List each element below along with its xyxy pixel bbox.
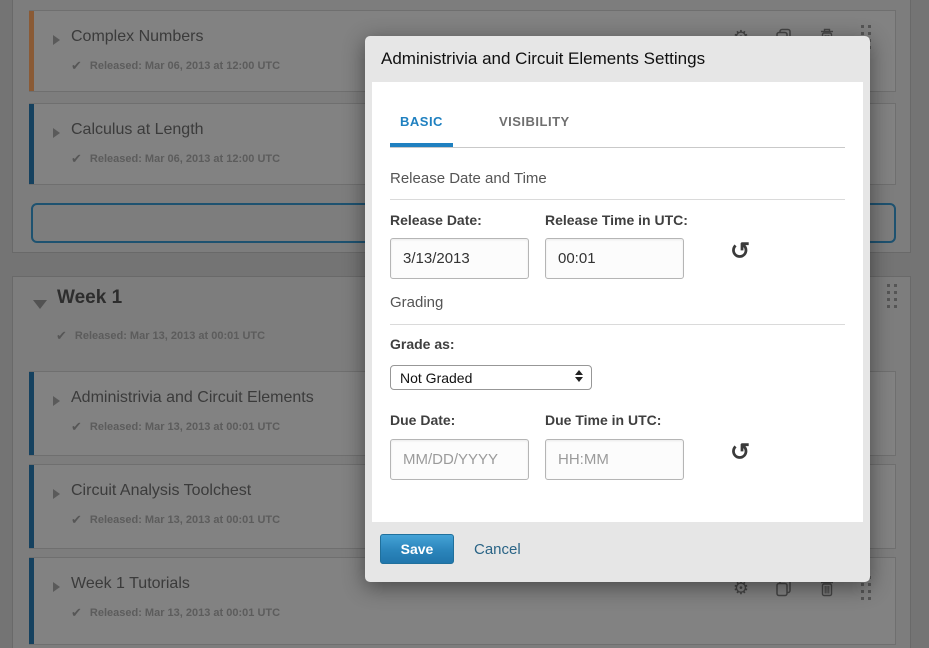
- subsection-title: Week 1 Tutorials: [71, 575, 190, 593]
- release-time-input[interactable]: [545, 238, 684, 279]
- modal-title: Administrivia and Circuit Elements Setti…: [381, 49, 705, 69]
- subsection-settings-modal: Administrivia and Circuit Elements Setti…: [365, 36, 870, 582]
- subsection-title: Administrivia and Circuit Elements: [71, 389, 314, 407]
- expand-arrow-icon[interactable]: [53, 35, 60, 45]
- modal-footer: Save Cancel: [380, 534, 521, 564]
- released-date-text: Released: Mar 06, 2013 at 12:00 UTC: [90, 60, 280, 72]
- section-title: Calculus at Length: [71, 121, 204, 139]
- grade-as-select[interactable]: Not Graded: [390, 365, 592, 390]
- check-icon: ✔: [56, 329, 67, 342]
- select-spinner-icon: [575, 370, 583, 382]
- check-icon: ✔: [71, 59, 82, 72]
- reset-due-icon[interactable]: ↺: [730, 441, 750, 465]
- grade-as-label: Grade as:: [390, 336, 455, 352]
- status-accent-bar: [29, 104, 34, 184]
- due-date-label: Due Date:: [390, 412, 455, 428]
- released-date-text: Released: Mar 13, 2013 at 00:01 UTC: [90, 514, 280, 526]
- release-time-label: Release Time in UTC:: [545, 212, 688, 228]
- collapse-arrow-icon[interactable]: [33, 300, 47, 309]
- settings-tabs: BASIC VISIBILITY: [390, 114, 845, 147]
- modal-body: BASIC VISIBILITY Release Date and Time R…: [372, 82, 863, 522]
- due-date-input[interactable]: [390, 439, 529, 480]
- tab-basic[interactable]: BASIC: [390, 114, 453, 147]
- release-section-heading: Release Date and Time: [390, 170, 547, 187]
- check-icon: ✔: [71, 513, 82, 526]
- subsection-title: Circuit Analysis Toolchest: [71, 482, 251, 500]
- status-accent-bar: [29, 465, 34, 548]
- week-title: Week 1: [57, 287, 122, 309]
- check-icon: ✔: [71, 420, 82, 433]
- divider: [390, 324, 845, 325]
- expand-arrow-icon[interactable]: [53, 128, 60, 138]
- status-accent-bar: [29, 11, 34, 91]
- grade-as-selected-value: Not Graded: [400, 370, 472, 386]
- page: Complex Numbers ✔ Released: Mar 06, 2013…: [0, 0, 929, 648]
- section-title: Complex Numbers: [71, 28, 203, 46]
- grading-section-heading: Grading: [390, 294, 443, 311]
- expand-arrow-icon[interactable]: [53, 582, 60, 592]
- expand-arrow-icon[interactable]: [53, 396, 60, 406]
- divider: [390, 199, 845, 200]
- status-accent-bar: [29, 558, 34, 644]
- check-icon: ✔: [71, 606, 82, 619]
- released-date-text: Released: Mar 13, 2013 at 00:01 UTC: [75, 330, 265, 342]
- tab-divider: [390, 147, 845, 148]
- due-time-input[interactable]: [545, 439, 684, 480]
- check-icon: ✔: [71, 152, 82, 165]
- tab-visibility[interactable]: VISIBILITY: [489, 114, 580, 147]
- cancel-button[interactable]: Cancel: [474, 541, 521, 558]
- drag-handle[interactable]: [887, 284, 897, 308]
- released-date-text: Released: Mar 13, 2013 at 00:01 UTC: [90, 607, 280, 619]
- due-time-label: Due Time in UTC:: [545, 412, 661, 428]
- released-date-text: Released: Mar 13, 2013 at 00:01 UTC: [90, 421, 280, 433]
- released-date-text: Released: Mar 06, 2013 at 12:00 UTC: [90, 153, 280, 165]
- save-button[interactable]: Save: [380, 534, 454, 564]
- status-accent-bar: [29, 372, 34, 455]
- reset-release-icon[interactable]: ↺: [730, 240, 750, 264]
- release-date-label: Release Date:: [390, 212, 482, 228]
- expand-arrow-icon[interactable]: [53, 489, 60, 499]
- release-date-input[interactable]: [390, 238, 529, 279]
